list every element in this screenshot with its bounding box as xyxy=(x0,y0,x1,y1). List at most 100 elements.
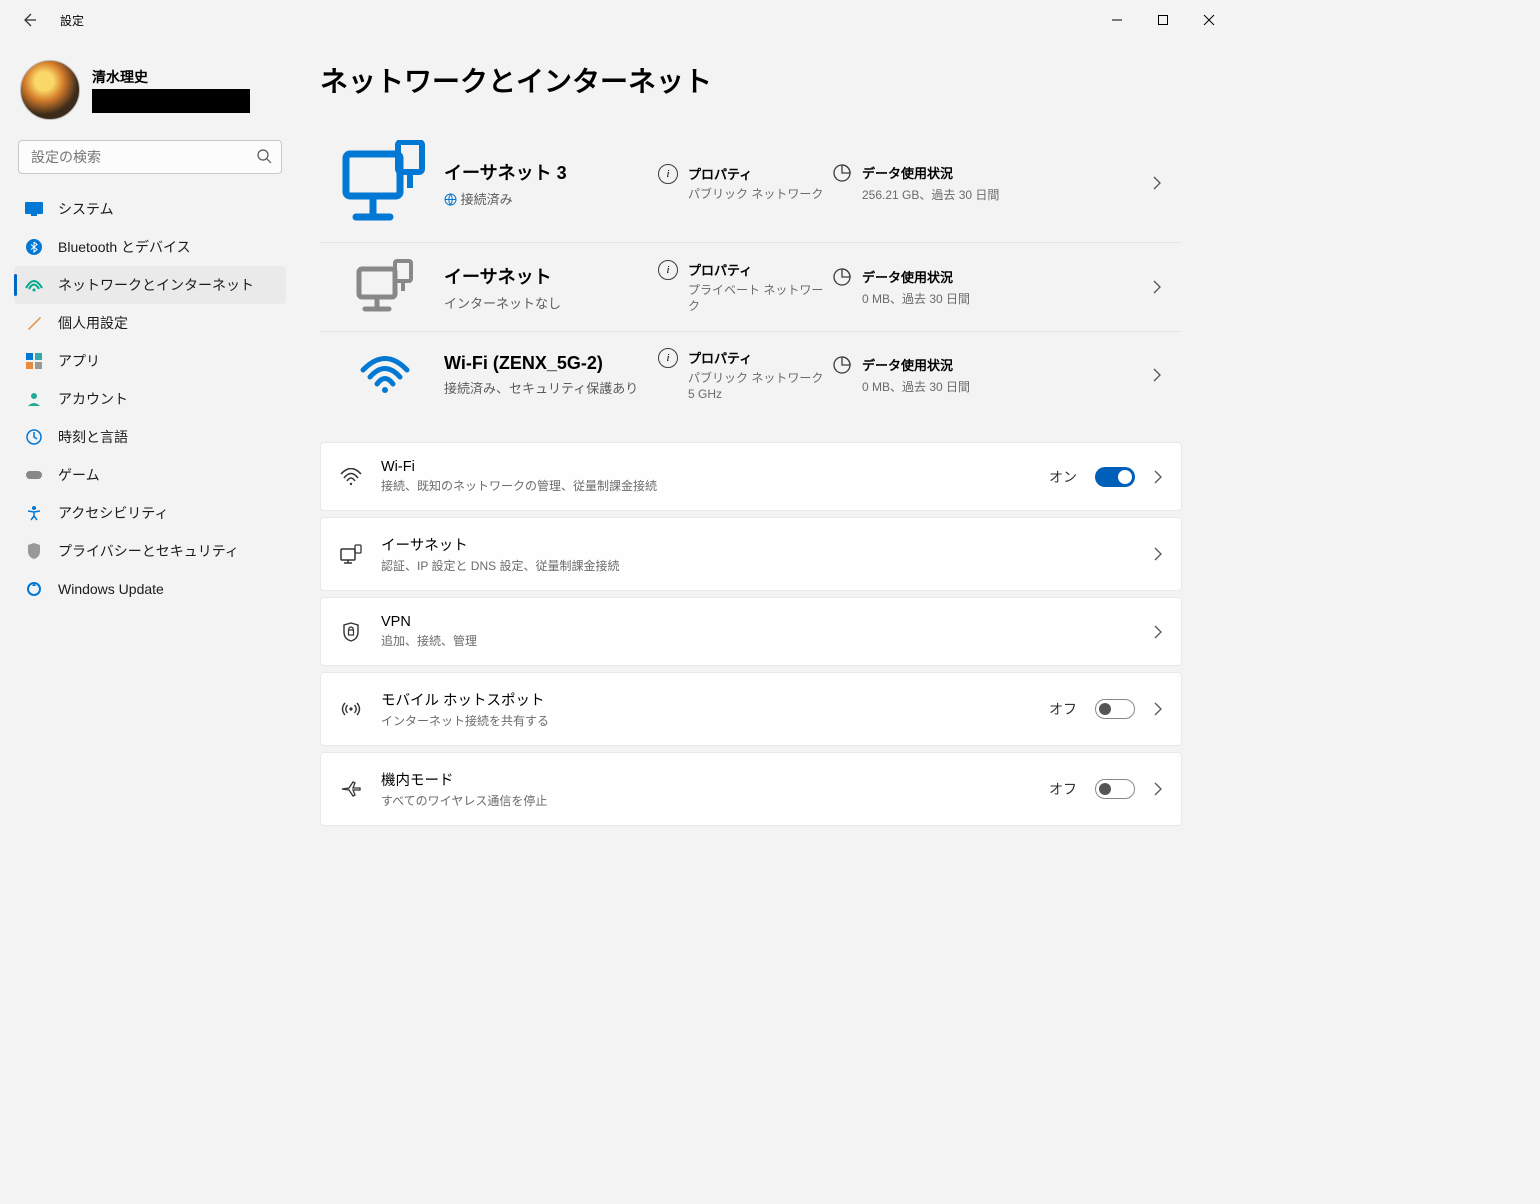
properties-sub: プライベート ネットワーク xyxy=(688,283,828,314)
connection-card-ethernet[interactable]: イーサネット インターネットなし i プロパティ プライベート ネットワーク デ… xyxy=(320,243,1182,332)
wifi-icon xyxy=(339,468,363,486)
chevron-right-icon xyxy=(1153,782,1163,796)
chevron-right-icon xyxy=(1142,280,1172,294)
data-usage-icon xyxy=(832,163,852,183)
airplane-toggle[interactable] xyxy=(1095,779,1135,799)
chevron-right-icon xyxy=(1153,547,1163,561)
page-title: ネットワークとインターネット xyxy=(320,60,1182,100)
sidebar-item-label: アカウント xyxy=(58,389,128,409)
connection-properties-link[interactable]: i プロパティ パブリック ネットワーク xyxy=(658,164,828,203)
settings-row-airplane[interactable]: 機内モード すべてのワイヤレス通信を停止 オフ xyxy=(320,752,1182,826)
row-subtitle: 追加、接続、管理 xyxy=(381,632,1135,649)
usage-sub: 0 MB、過去 30 日間 xyxy=(862,378,970,395)
brush-icon xyxy=(24,313,44,333)
row-title: イーサネット xyxy=(381,534,1135,555)
titlebar: 設定 xyxy=(0,0,1232,40)
row-subtitle: インターネット接続を共有する xyxy=(381,712,1031,729)
window-title: 設定 xyxy=(60,12,84,29)
back-button[interactable] xyxy=(20,11,38,29)
connection-properties-link[interactable]: i プロパティ プライベート ネットワーク xyxy=(658,260,828,314)
chevron-right-icon xyxy=(1153,702,1163,716)
sidebar-item-apps[interactable]: アプリ xyxy=(14,342,286,380)
sidebar-item-windows-update[interactable]: Windows Update xyxy=(14,570,286,608)
sidebar-item-accessibility[interactable]: アクセシビリティ xyxy=(14,494,286,532)
sidebar-item-label: ネットワークとインターネット xyxy=(58,275,254,295)
usage-sub: 0 MB、過去 30 日間 xyxy=(862,290,970,307)
settings-row-ethernet[interactable]: イーサネット 認証、IP 設定と DNS 設定、従量制課金接続 xyxy=(320,517,1182,591)
connection-status: 接続済み xyxy=(444,189,654,208)
minimize-button[interactable] xyxy=(1094,0,1140,40)
properties-title: プロパティ xyxy=(688,260,828,279)
settings-row-wifi[interactable]: Wi-Fi 接続、既知のネットワークの管理、従量制課金接続 オン xyxy=(320,442,1182,511)
data-usage-icon xyxy=(832,355,852,375)
ethernet-small-icon xyxy=(339,544,363,564)
sidebar-item-time-language[interactable]: 時刻と言語 xyxy=(14,418,286,456)
maximize-button[interactable] xyxy=(1140,0,1186,40)
account-block[interactable]: 清水理史 xyxy=(14,40,286,136)
sidebar: 清水理史 システム Bluetooth とデバイス ネットワークとインターネット… xyxy=(0,40,300,963)
sidebar-item-label: アクセシビリティ xyxy=(58,503,168,523)
airplane-icon xyxy=(339,779,363,799)
airplane-state-label: オフ xyxy=(1049,779,1077,799)
globe-clock-icon xyxy=(24,427,44,447)
row-subtitle: 接続、既知のネットワークの管理、従量制課金接続 xyxy=(381,477,1031,494)
info-icon: i xyxy=(658,348,678,368)
connection-card-wifi[interactable]: Wi-Fi (ZENX_5G-2) 接続済み、セキュリティ保護あり i プロパテ… xyxy=(320,332,1182,418)
usage-sub: 256.21 GB、過去 30 日間 xyxy=(862,186,999,203)
globe-icon xyxy=(444,193,457,206)
connection-name: イーサネット xyxy=(444,263,654,289)
usage-title: データ使用状況 xyxy=(862,267,970,286)
sidebar-item-network[interactable]: ネットワークとインターネット xyxy=(14,266,286,304)
chevron-right-icon xyxy=(1153,470,1163,484)
sidebar-item-privacy[interactable]: プライバシーとセキュリティ xyxy=(14,532,286,570)
row-title: モバイル ホットスポット xyxy=(381,689,1031,710)
connection-status: インターネットなし xyxy=(444,293,654,312)
wifi-connected-icon xyxy=(330,355,440,395)
person-icon xyxy=(24,389,44,409)
sidebar-item-bluetooth[interactable]: Bluetooth とデバイス xyxy=(14,228,286,266)
sidebar-item-label: アプリ xyxy=(58,351,100,371)
connection-card-ethernet3[interactable]: イーサネット 3 接続済み i プロパティ パブリック ネットワーク データ使用… xyxy=(320,124,1182,243)
ethernet-disconnected-icon xyxy=(330,259,440,315)
properties-sub: パブリック ネットワーク 5 GHz xyxy=(688,371,823,402)
usage-title: データ使用状況 xyxy=(862,355,970,374)
sidebar-item-label: 時刻と言語 xyxy=(58,427,128,447)
sidebar-item-system[interactable]: システム xyxy=(14,190,286,228)
connection-usage-link[interactable]: データ使用状況 0 MB、過去 30 日間 xyxy=(832,267,1138,307)
sidebar-item-gaming[interactable]: ゲーム xyxy=(14,456,286,494)
account-name: 清水理史 xyxy=(92,67,250,87)
hotspot-toggle[interactable] xyxy=(1095,699,1135,719)
chevron-right-icon xyxy=(1142,368,1172,382)
network-icon xyxy=(24,275,44,295)
sidebar-item-personalization[interactable]: 個人用設定 xyxy=(14,304,286,342)
settings-row-hotspot[interactable]: モバイル ホットスポット インターネット接続を共有する オフ xyxy=(320,672,1182,746)
settings-row-vpn[interactable]: VPN 追加、接続、管理 xyxy=(320,597,1182,666)
sidebar-item-label: ゲーム xyxy=(58,465,100,485)
connection-usage-link[interactable]: データ使用状況 0 MB、過去 30 日間 xyxy=(832,355,1138,395)
accessibility-icon xyxy=(24,503,44,523)
wifi-state-label: オン xyxy=(1049,467,1077,487)
row-title: VPN xyxy=(381,614,1135,630)
sidebar-item-accounts[interactable]: アカウント xyxy=(14,380,286,418)
connection-properties-link[interactable]: i プロパティ パブリック ネットワーク 5 GHz xyxy=(658,348,828,402)
connection-usage-link[interactable]: データ使用状況 256.21 GB、過去 30 日間 xyxy=(832,163,1138,203)
connection-status: 接続済み、セキュリティ保護あり xyxy=(444,378,654,397)
chevron-right-icon xyxy=(1153,625,1163,639)
close-button[interactable] xyxy=(1186,0,1232,40)
bluetooth-icon xyxy=(24,237,44,257)
search-input[interactable] xyxy=(18,140,282,174)
sidebar-item-label: システム xyxy=(58,199,114,219)
info-icon: i xyxy=(658,164,678,184)
row-subtitle: すべてのワイヤレス通信を停止 xyxy=(381,792,1031,809)
avatar xyxy=(20,60,80,120)
properties-title: プロパティ xyxy=(688,164,823,183)
wifi-toggle[interactable] xyxy=(1095,467,1135,487)
update-icon xyxy=(24,579,44,599)
search-box[interactable] xyxy=(18,140,282,174)
search-icon xyxy=(256,148,272,164)
properties-title: プロパティ xyxy=(688,348,823,367)
sidebar-item-label: Bluetooth とデバイス xyxy=(58,237,191,257)
sidebar-item-label: プライバシーとセキュリティ xyxy=(58,541,239,561)
apps-icon xyxy=(24,351,44,371)
properties-sub: パブリック ネットワーク xyxy=(688,187,823,203)
